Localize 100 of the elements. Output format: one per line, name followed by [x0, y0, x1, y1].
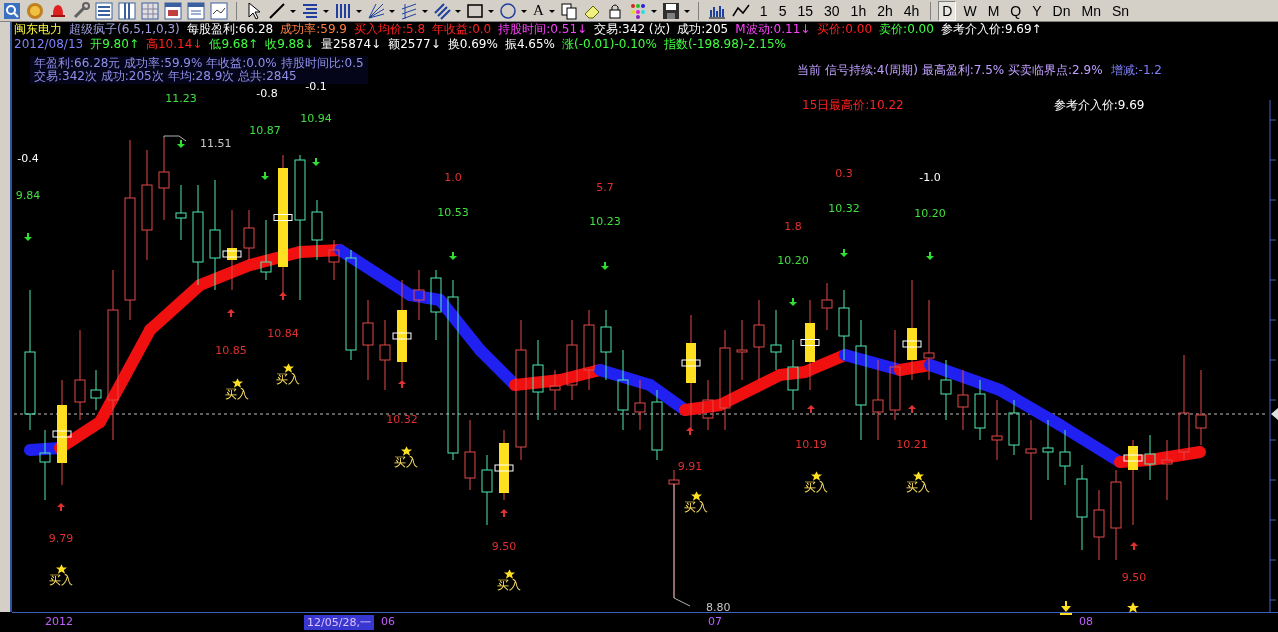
info-text: 振4.65% — [504, 37, 555, 52]
signal-text: 当前 信号持续:4(周期) 最高盈利:7.5% 买卖临界点:2.9% — [797, 62, 1103, 79]
candlestick — [770, 309, 782, 371]
down-arrow-icon — [177, 140, 185, 148]
price-label: 9.50 — [1121, 570, 1147, 584]
star-icon — [690, 491, 702, 502]
save-icon[interactable] — [660, 0, 681, 21]
period-button[interactable]: 2h — [873, 0, 897, 21]
list-icon[interactable] — [94, 0, 114, 21]
info-text: M波动:0.11↓ — [735, 22, 811, 37]
candlestick — [634, 379, 646, 431]
price-label: 11.23 — [165, 91, 197, 105]
period-button[interactable]: W — [959, 0, 981, 21]
columns-icon[interactable] — [117, 0, 137, 21]
change-label: 1.0 — [444, 170, 462, 184]
price-label: 10.53 — [437, 205, 469, 219]
period-button[interactable]: Y — [1028, 0, 1046, 21]
period-button[interactable]: Mn — [1077, 0, 1105, 21]
star-icon — [55, 564, 67, 575]
period-button[interactable]: D — [938, 0, 957, 21]
candlestick — [1093, 489, 1105, 561]
info-text: 参考介入价:9.69↑ — [940, 22, 1042, 37]
candlestick — [600, 309, 612, 381]
candlestick — [1059, 429, 1071, 486]
star-icon — [503, 569, 515, 580]
down-arrow-icon — [449, 252, 457, 260]
search-icon[interactable] — [2, 0, 22, 21]
price-label: 10.23 — [589, 214, 621, 228]
up-arrow-icon — [279, 292, 287, 300]
period-button[interactable]: Q — [1006, 0, 1026, 21]
info-text: 成功率:59.9 — [280, 22, 347, 37]
period-button[interactable]: 30 — [820, 0, 844, 21]
buy-signal-label: 买入 — [906, 481, 930, 495]
info-text: 交易:342 (次) — [594, 22, 671, 37]
stats-text: 交易:342次 成功:205次 年均:28.9次 总共:2845 — [34, 70, 297, 83]
info-text: 收9.88↓ — [265, 37, 314, 52]
price-label: 9.91 — [677, 459, 703, 473]
parallel-lines-icon[interactable] — [399, 0, 419, 21]
price-label: 10.84 — [267, 326, 299, 340]
up-arrow-icon — [1130, 542, 1138, 550]
info-text: 持股时间:0.51↓ — [498, 22, 588, 37]
period-button[interactable]: 4h — [899, 0, 924, 21]
info-text: 买价:0.00 — [817, 22, 873, 37]
diagonal-lines-icon[interactable] — [432, 0, 452, 21]
text-tool-button[interactable]: A — [531, 2, 546, 19]
change-label: 1.8 — [784, 219, 802, 233]
price-label: 8.80 — [706, 600, 731, 614]
down-arrow-icon — [24, 233, 32, 241]
period-button[interactable]: 15 — [793, 0, 817, 21]
period-button[interactable]: 5 — [774, 0, 791, 21]
line-icon[interactable] — [267, 0, 287, 21]
star-icon — [282, 363, 294, 374]
axis-label: 08 — [1078, 615, 1094, 628]
buy-signal-label: 买入 — [49, 574, 73, 588]
window-icon[interactable] — [186, 0, 206, 21]
period-button[interactable]: 1 — [755, 0, 772, 21]
axis-label: 2012 — [44, 615, 74, 628]
candlestick — [991, 399, 1003, 461]
info-text: 每股盈利:66.28 — [186, 22, 274, 37]
cursor-date-label: 12/05/28,一 — [304, 615, 374, 630]
buy-signal-label: 买入 — [497, 579, 521, 593]
circle-icon[interactable] — [498, 0, 518, 21]
window-icon[interactable] — [163, 0, 183, 21]
price-label: 10.32 — [386, 412, 418, 426]
star-icon — [810, 471, 822, 482]
up-arrow-icon — [398, 380, 406, 388]
candlestick — [328, 239, 340, 281]
info-text: 量25874↓ — [320, 37, 382, 52]
up-arrow-icon — [686, 427, 694, 435]
pointer-icon — [1271, 408, 1278, 420]
change-label: -0.4 — [17, 151, 39, 165]
up-arrow-icon — [807, 405, 815, 413]
candlestick — [940, 359, 952, 421]
period-button[interactable]: 1h — [846, 0, 871, 21]
price-label: 10.85 — [215, 343, 247, 357]
up-arrow-icon — [908, 405, 916, 413]
change-label: 0.3 — [835, 166, 853, 180]
down-arrow-icon — [601, 262, 609, 270]
info-text: 超级疯子(6,5,1,0,3) — [69, 22, 180, 37]
down-arrow-icon — [312, 158, 320, 166]
up-arrow-icon — [500, 509, 508, 517]
marker-arrow-icon — [1060, 601, 1072, 615]
period-button[interactable]: Dn — [1048, 0, 1075, 21]
period-button[interactable]: Sn — [1107, 0, 1134, 21]
candlestick — [175, 184, 187, 241]
star-icon — [912, 471, 924, 482]
star-icon — [1127, 602, 1139, 613]
info-text: 2012/08/13 — [14, 37, 84, 52]
candlestick — [1008, 399, 1020, 456]
window-icon[interactable] — [209, 0, 229, 21]
candlestick — [838, 289, 850, 361]
buy-signal-label: 买入 — [225, 388, 249, 402]
price-label: 10.21 — [896, 437, 928, 451]
wrench-icon[interactable] — [71, 0, 91, 21]
buy-signal-label: 买入 — [394, 456, 418, 470]
info-text: 低9.68↑ — [209, 37, 259, 52]
period-button[interactable]: M — [983, 0, 1004, 21]
info-text: 高10.14↓ — [145, 37, 203, 52]
copy-icon[interactable] — [558, 0, 579, 21]
down-arrow-icon — [261, 172, 269, 180]
